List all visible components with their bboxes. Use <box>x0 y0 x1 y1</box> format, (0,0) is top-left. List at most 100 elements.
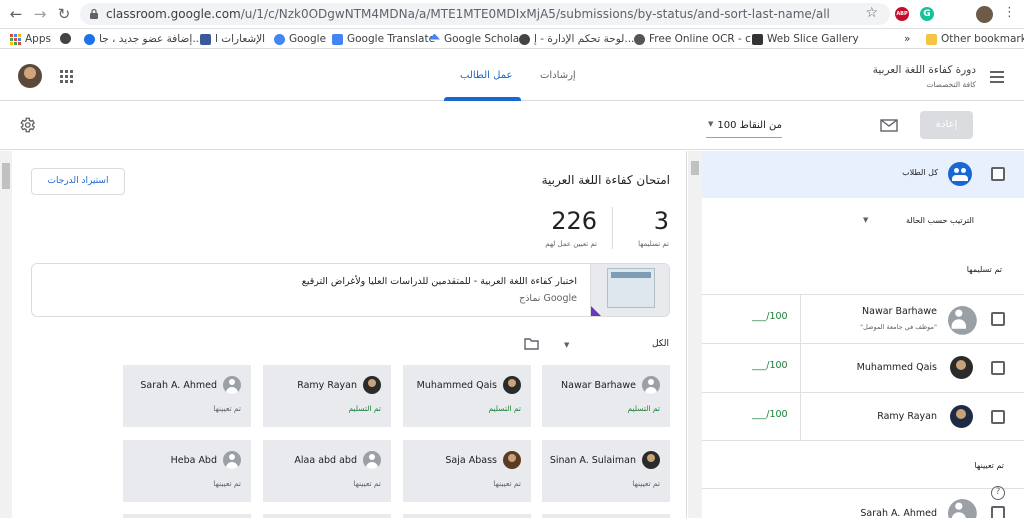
avatar <box>642 451 660 469</box>
tab-student-work[interactable]: عمل الطالب <box>460 70 512 81</box>
student-card[interactable]: Saja Abass تم تعيينها <box>403 440 531 502</box>
student-checkbox[interactable] <box>991 361 1005 375</box>
bookmark-label: Apps <box>25 33 51 45</box>
student-card[interactable]: Nawar Barhawe تم التسليم <box>542 365 670 427</box>
student-card[interactable]: Alaa abd abd تم تعيينها <box>263 440 391 502</box>
student-card[interactable]: Sarah A. Ahmed تم تعيينها <box>123 365 251 427</box>
bookmark-label: Other bookmarks <box>941 33 1024 45</box>
bookmark-apps[interactable]: Apps <box>10 33 51 45</box>
points-select[interactable]: ▼ 100 من النقاط <box>706 116 782 138</box>
star-icon[interactable]: ☆ <box>865 5 878 21</box>
globe-icon <box>519 33 530 45</box>
bookmark-label: Google Scholar <box>444 33 524 45</box>
bookmark-item[interactable]: Web Slice Gallery <box>752 33 859 45</box>
dropdown-arrow-icon: ▼ <box>708 120 714 128</box>
student-card[interactable]: Heba Abd تم تعيينها <box>123 440 251 502</box>
return-button[interactable]: إعادة <box>920 111 973 139</box>
bookmark-item[interactable]: Free Online OCR - c... <box>634 33 761 45</box>
user-avatar[interactable] <box>18 64 42 88</box>
scroll-thumb[interactable] <box>2 163 10 189</box>
translate-icon <box>332 33 343 45</box>
help-icon[interactable]: ? <box>991 486 1005 500</box>
import-grades-button[interactable]: استيراد الدرجات <box>31 168 125 195</box>
url-path: /u/1/c/Nzk0ODgwNTM4MDNa/a/MTE1MTE0MDIxMj… <box>240 7 830 21</box>
bookmarks-bar: Apps إضافة عضو جديد ، جا... الإشعارات ا … <box>0 29 1024 49</box>
bookmark-item[interactable]: Google Scholar <box>429 33 524 45</box>
roster-row[interactable]: Muhammed Qais <box>702 343 1024 392</box>
roster-row[interactable]: Nawar Barhawe "موظف في جامعة الموصل" <box>702 294 1024 343</box>
grade-field[interactable]: ___/100 <box>752 360 788 371</box>
facebook-icon <box>200 33 211 45</box>
folder-icon[interactable] <box>524 338 539 350</box>
scroll-thumb[interactable] <box>691 161 699 175</box>
student-card[interactable] <box>542 514 670 518</box>
status-label: تم تعيينها <box>213 404 241 413</box>
student-card[interactable] <box>263 514 391 518</box>
bookmark-item[interactable]: الإشعارات ا <box>200 33 265 45</box>
back-icon[interactable]: ← <box>8 6 24 22</box>
filter-dropdown-icon[interactable]: ▼ <box>564 341 569 349</box>
forward-icon[interactable]: → <box>32 6 48 22</box>
email-icon[interactable] <box>880 119 898 132</box>
grade-field[interactable]: ___/100 <box>752 409 788 420</box>
other-bookmarks[interactable]: Other bookmarks <box>926 33 1024 45</box>
left-scrollbar[interactable] <box>0 151 12 518</box>
status-label: تم التسليم <box>488 404 521 413</box>
student-card[interactable]: Muhammed Qais تم التسليم <box>403 365 531 427</box>
select-all-checkbox[interactable] <box>991 167 1005 181</box>
all-students-label: كل الطلاب <box>902 168 938 177</box>
student-checkbox[interactable] <box>991 410 1005 424</box>
hamburger-menu-icon[interactable] <box>990 71 1004 83</box>
points-value: 100 من النقاط <box>717 120 782 131</box>
form-attachment[interactable]: اختبار كفاءة اللغة العربية - للمتقدمين ل… <box>31 263 670 317</box>
status-label: تم تعيينها <box>632 479 660 488</box>
bookmark-item[interactable]: Google <box>274 33 326 45</box>
lock-icon <box>90 8 98 19</box>
avatar <box>223 451 241 469</box>
bookmark-item[interactable]: إضافة عضو جديد ، جا... <box>84 33 202 45</box>
omnibox[interactable]: classroom.google.com/u/1/c/Nzk0ODgwNTM4M… <box>80 3 890 25</box>
bookmark-label: Free Online OCR - c... <box>649 33 761 45</box>
bookmark-label: لوحة تحكم الإدارة - إ... <box>534 33 635 45</box>
avatar <box>363 451 381 469</box>
assigned-count: 226 <box>551 207 597 235</box>
grammarly-extension-icon[interactable]: G <box>920 7 934 21</box>
student-card[interactable] <box>403 514 531 518</box>
roster-row[interactable]: Sarah A. Ahmed <box>702 488 1024 518</box>
grade-field[interactable]: ___/100 <box>752 311 788 322</box>
bookmark-item[interactable] <box>60 33 71 44</box>
student-name: Ramy Rayan <box>877 411 937 422</box>
all-students-row[interactable]: كل الطلاب <box>702 151 1024 198</box>
student-name: Muhammed Qais <box>416 380 497 391</box>
site-icon <box>84 33 95 45</box>
right-scrollbar[interactable] <box>688 151 702 518</box>
form-thumbnail <box>590 264 669 316</box>
student-card[interactable] <box>123 514 251 518</box>
assignment-title: امتحان كفاءة اللغة العربية <box>541 173 670 187</box>
student-name: Heba Abd <box>170 455 217 466</box>
roster-row[interactable]: Ramy Rayan <box>702 392 1024 440</box>
reload-icon[interactable]: ↻ <box>56 6 72 22</box>
student-checkbox[interactable] <box>991 506 1005 518</box>
student-checkbox[interactable] <box>991 312 1005 326</box>
avatar <box>948 499 977 518</box>
student-name: Sinan A. Sulaiman <box>549 455 636 466</box>
abp-extension-icon[interactable]: ABP <box>895 7 909 21</box>
sort-select[interactable]: ▼ الترتيب حسب الحالة <box>860 212 980 230</box>
apps-grid-icon <box>10 33 21 45</box>
classroom-header: عمل الطالب إرشادات دورة كفاءة اللغة العر… <box>0 50 1024 101</box>
more-bookmarks-icon[interactable]: » <box>904 33 910 45</box>
bookmark-item[interactable]: لوحة تحكم الإدارة - إ... <box>519 33 634 45</box>
menu-dots-icon[interactable]: ⋮ <box>1003 5 1016 20</box>
bookmark-label: Google Translate <box>347 33 436 45</box>
student-card[interactable]: Sinan A. Sulaiman تم تعيينها <box>542 440 670 502</box>
student-card[interactable]: Ramy Rayan تم التسليم <box>263 365 391 427</box>
avatar <box>503 376 521 394</box>
bookmark-item[interactable]: Google Translate <box>332 33 435 45</box>
tab-instructions[interactable]: إرشادات <box>540 70 576 81</box>
course-subtitle: كافة التخصصات <box>926 80 976 89</box>
profile-avatar[interactable] <box>976 6 993 23</box>
gear-icon[interactable] <box>18 116 36 134</box>
google-apps-icon[interactable] <box>60 70 73 83</box>
avatar <box>950 405 973 428</box>
